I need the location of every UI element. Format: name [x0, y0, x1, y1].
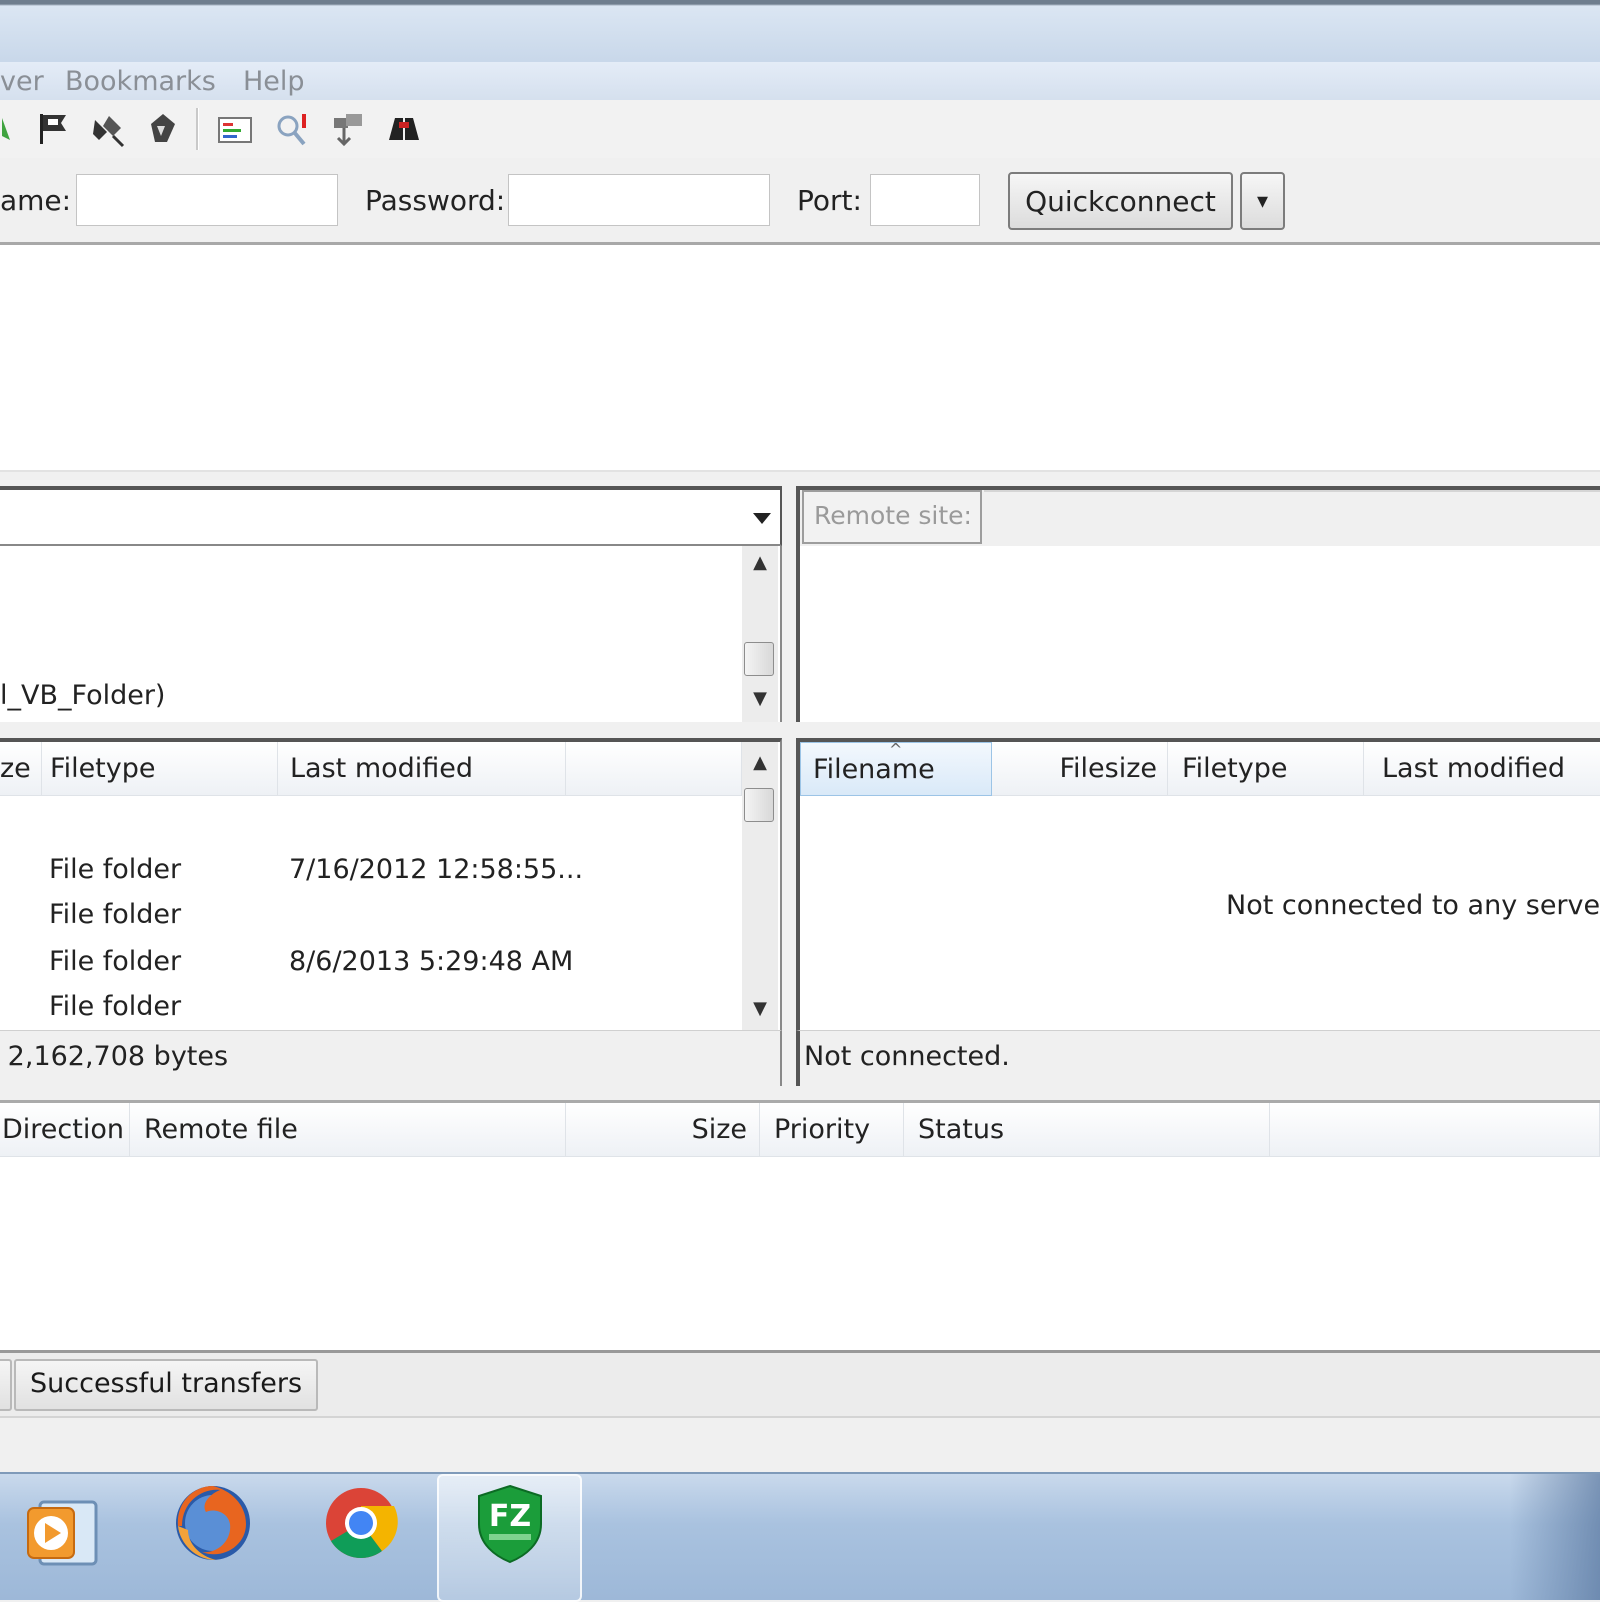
port-field[interactable] [870, 174, 980, 226]
scroll-up-icon[interactable]: ▲ [742, 552, 778, 573]
column-header-permissions[interactable] [566, 742, 742, 796]
column-header-filetype[interactable]: Filetype [42, 742, 278, 796]
taskbar-chrome[interactable] [316, 1474, 416, 1602]
local-list-scrollbar[interactable]: ▲ ▼ [742, 742, 778, 1030]
queue-tabs: Successful transfers [0, 1350, 1600, 1416]
column-header-last-modified[interactable]: Last modified [1364, 742, 1600, 796]
firefox-icon [176, 1486, 250, 1560]
process-queue-icon[interactable] [0, 110, 18, 148]
local-tree-scrollbar[interactable]: ▲ ▼ [742, 546, 778, 722]
username-label: ame: [0, 184, 72, 217]
port-label: Port: [797, 184, 862, 217]
taskbar-filezilla[interactable]: FZ [437, 1474, 582, 1602]
column-header-filesize[interactable]: Filesize [992, 742, 1168, 796]
local-directory-tree[interactable]: l_VB_Folder) ▲ ▼ [0, 546, 782, 722]
menu-server[interactable]: ver [0, 66, 44, 97]
column-header-direction[interactable]: Direction [0, 1103, 130, 1157]
reconnect-icon[interactable] [143, 110, 181, 148]
column-header-priority[interactable]: Priority [760, 1103, 904, 1157]
scroll-up-icon[interactable]: ▲ [742, 752, 778, 773]
message-log[interactable] [0, 245, 1600, 472]
menu-bookmarks[interactable]: Bookmarks [65, 66, 216, 97]
column-header-filesize[interactable]: ze [0, 742, 42, 796]
quickconnect-dropdown-button[interactable]: ▾ [1240, 172, 1285, 230]
toolbar [0, 100, 1600, 159]
quickconnect-bar: ame: Password: Port: Quickconnect ▾ [0, 158, 1600, 245]
transfer-queue[interactable]: Direction Remote file Size Priority Stat… [0, 1100, 1600, 1350]
disconnect-icon[interactable] [89, 110, 127, 148]
search-files-icon[interactable] [385, 110, 423, 148]
tab-successful-transfers[interactable]: Successful transfers [14, 1359, 318, 1411]
username-field[interactable] [76, 174, 338, 226]
filetype-cell: File folder [49, 854, 182, 885]
filetype-cell: File folder [49, 899, 182, 930]
app-status-bar [0, 1416, 1600, 1472]
compare-dirs-icon[interactable] [330, 110, 368, 148]
remote-directory-tree[interactable] [796, 546, 1600, 722]
flag-icon[interactable] [34, 110, 72, 148]
column-header-remote-file[interactable]: Remote file [130, 1103, 566, 1157]
column-header-last-modified[interactable]: Last modified [278, 742, 566, 796]
modified-cell: 8/6/2013 5:29:48 AM [289, 946, 574, 977]
media-player-icon [27, 1500, 98, 1566]
remote-site-label: Remote site: [802, 490, 982, 544]
filetype-cell: File folder [49, 946, 182, 977]
empty-list-message: Not connected to any serve [1226, 890, 1600, 921]
scroll-thumb[interactable] [744, 642, 774, 676]
local-selection-summary: : 2,162,708 bytes [0, 1041, 229, 1072]
scroll-thumb[interactable] [744, 788, 774, 822]
taskbar-media-player[interactable] [10, 1474, 110, 1602]
quickconnect-button[interactable]: Quickconnect [1008, 172, 1233, 230]
scroll-down-icon[interactable]: ▼ [742, 998, 778, 1019]
taskbar: FZ [0, 1472, 1600, 1602]
remote-path-bar: Remote site: [796, 486, 1600, 546]
column-header-status[interactable]: Status [904, 1103, 1270, 1157]
local-status-bar: : 2,162,708 bytes [0, 1030, 782, 1086]
chrome-icon [326, 1488, 398, 1558]
modified-cell: 7/16/2012 12:58:55... [289, 854, 584, 885]
local-file-list[interactable]: ze Filetype Last modified File folder 7/… [0, 738, 782, 1030]
remote-connection-status: Not connected. [804, 1041, 1010, 1072]
column-header-filetype[interactable]: Filetype [1168, 742, 1364, 796]
directory-listing-filter-icon[interactable] [216, 110, 254, 148]
remote-status-bar: Not connected. [796, 1030, 1600, 1086]
chevron-down-icon: ▾ [1256, 188, 1269, 214]
column-header-filename[interactable]: Filename ^ [800, 742, 992, 796]
menu-help[interactable]: Help [243, 66, 305, 97]
filezilla-badge-text: FZ [489, 1499, 531, 1534]
remote-file-list[interactable]: Filename ^ Filesize Filetype Last modifi… [796, 738, 1600, 1030]
tab-failed-transfers[interactable] [0, 1359, 12, 1411]
chevron-down-icon[interactable] [750, 510, 774, 526]
filetype-cell: File folder [49, 991, 182, 1022]
password-label: Password: [365, 184, 506, 217]
window-titlebar [0, 0, 1600, 62]
filezilla-icon: FZ [478, 1484, 542, 1564]
password-field[interactable] [508, 174, 770, 226]
tree-item[interactable]: l_VB_Folder) [0, 680, 165, 711]
column-header-size[interactable]: Size [566, 1103, 760, 1157]
sort-ascending-icon: ^ [889, 742, 903, 759]
local-path-bar[interactable] [0, 486, 782, 546]
toolbar-separator [196, 108, 199, 150]
sync-browse-icon[interactable] [274, 110, 312, 148]
scroll-down-icon[interactable]: ▼ [742, 688, 778, 709]
show-desktop-area[interactable] [1510, 1474, 1600, 1600]
column-header-extra[interactable] [1270, 1103, 1600, 1157]
remote-path-input[interactable] [984, 490, 1600, 544]
menu-bar: ver Bookmarks Help [0, 62, 1600, 101]
taskbar-firefox[interactable] [160, 1474, 270, 1602]
